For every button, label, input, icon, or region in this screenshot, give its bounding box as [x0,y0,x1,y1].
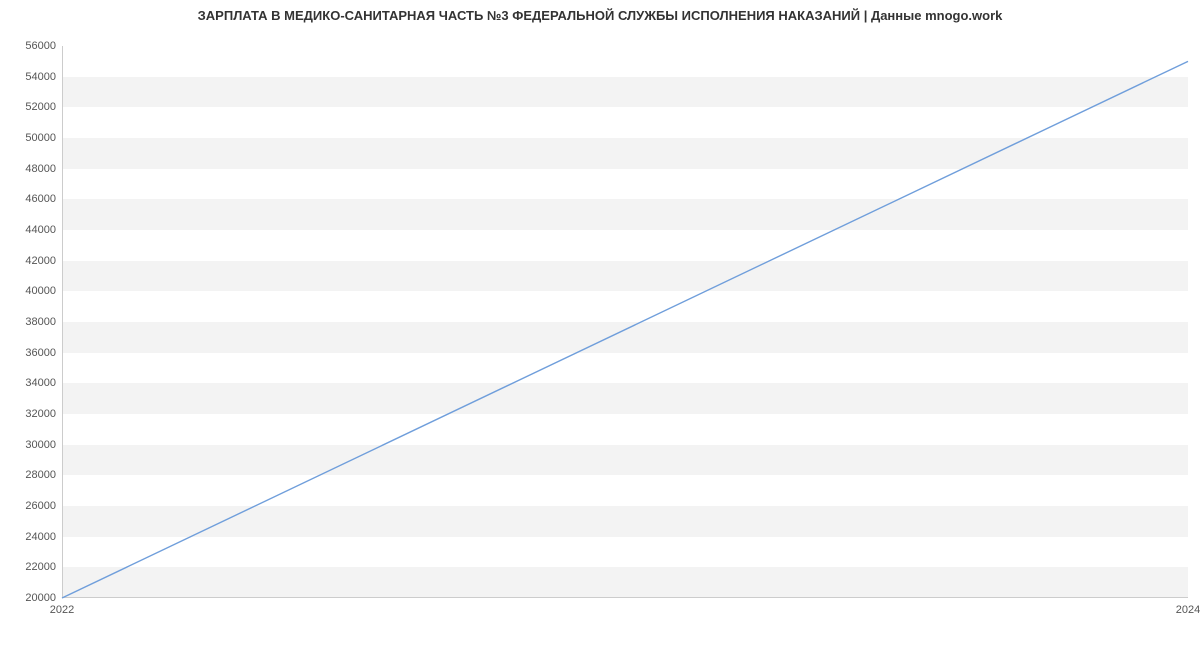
y-tick-label: 30000 [25,439,56,451]
y-tick-label: 46000 [25,193,56,205]
y-tick-label: 42000 [25,255,56,267]
y-tick-label: 54000 [25,71,56,83]
y-tick-label: 48000 [25,163,56,175]
y-tick-label: 50000 [25,132,56,144]
y-tick-label: 32000 [25,408,56,420]
y-tick-label: 34000 [25,377,56,389]
y-tick-label: 40000 [25,285,56,297]
x-tick-label: 2024 [1176,604,1200,616]
y-tick-label: 36000 [25,347,56,359]
y-tick-label: 28000 [25,469,56,481]
x-tick-label: 2022 [50,604,74,616]
y-tick-label: 56000 [25,40,56,52]
series-line [62,61,1188,598]
chart-area: 20000 22000 24000 26000 28000 30000 32000 34000… [0,28,1200,628]
plot-area: 2000022000240002600028000300003200034000… [62,46,1188,598]
y-tick-label: 22000 [25,561,56,573]
y-tick-label: 52000 [25,101,56,113]
y-tick-label: 20000 [25,592,56,604]
y-tick-label: 44000 [25,224,56,236]
chart-title: ЗАРПЛАТА В МЕДИКО-САНИТАРНАЯ ЧАСТЬ №3 ФЕ… [0,0,1200,27]
line-layer [62,46,1188,598]
y-tick-label: 26000 [25,500,56,512]
y-tick-label: 38000 [25,316,56,328]
y-tick-label: 24000 [25,531,56,543]
